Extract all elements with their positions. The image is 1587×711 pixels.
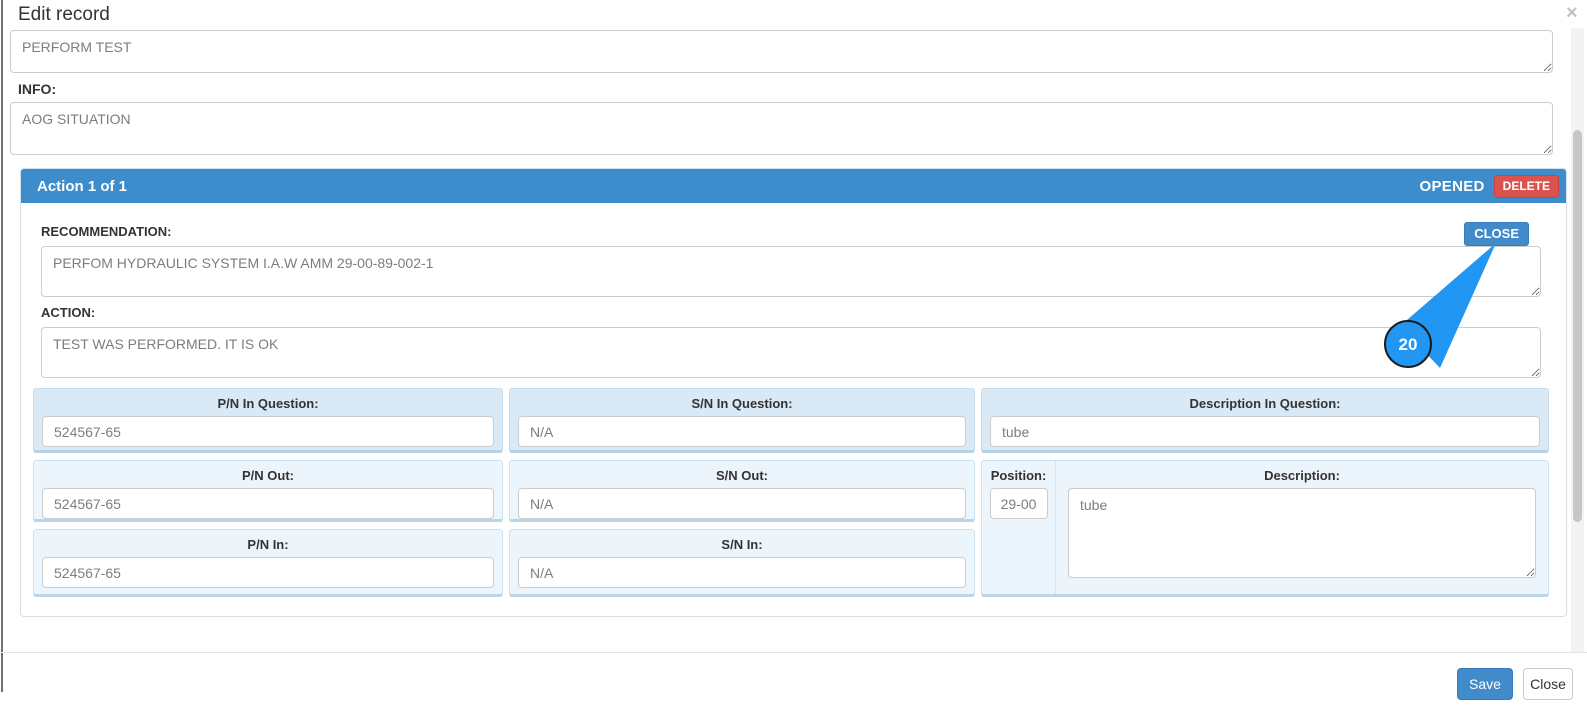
sn-in-question-label: S/N In Question: [691,396,793,411]
position-input[interactable] [989,488,1048,519]
close-button[interactable]: Close [1523,668,1573,700]
info-textarea[interactable] [10,102,1553,155]
sn-out-cell: S/N Out: [509,460,975,522]
position-column: Position: [982,461,1056,594]
description-in-question-cell: Description In Question: [981,388,1549,453]
footer-divider [0,652,1587,653]
sn-in-cell: S/N In: [509,529,975,597]
scrollbar-track[interactable] [1571,28,1584,653]
description-column: Description: [1056,461,1548,594]
pn-out-cell: P/N Out: [33,460,503,522]
sn-in-question-input[interactable] [518,416,966,447]
description-label: Description: [1264,468,1340,483]
delete-button[interactable]: DELETE [1493,174,1559,198]
action-panel-header: Action 1 of 1 OPENED DELETE [21,169,1566,203]
modal-left-edge [1,0,3,692]
sn-in-label: S/N In: [721,537,763,552]
pn-out-label: P/N Out: [242,468,294,483]
close-icon[interactable]: × [1566,2,1578,24]
scrollbar-thumb[interactable] [1573,130,1582,522]
pn-in-question-input[interactable] [42,416,494,447]
action-panel: Action 1 of 1 OPENED DELETE CLOSE RECOMM… [20,168,1567,617]
page-title: Edit record [18,4,110,25]
save-button[interactable]: Save [1457,668,1513,700]
perform-test-textarea[interactable] [10,30,1553,73]
pn-out-input[interactable] [42,488,494,519]
action-textarea[interactable] [41,327,1541,378]
action-label: ACTION: [41,305,96,320]
position-description-cell: Position: Description: [981,460,1549,597]
pn-in-cell: P/N In: [33,529,503,597]
info-label: INFO: [18,81,57,97]
action-panel-title: Action 1 of 1 [37,177,128,195]
sn-in-question-cell: S/N In Question: [509,388,975,453]
sn-out-label: S/N Out: [716,468,768,483]
description-textarea[interactable] [1068,488,1536,578]
pn-in-question-cell: P/N In Question: [33,388,503,453]
pn-in-input[interactable] [42,557,494,588]
pn-in-label: P/N In: [247,537,289,552]
description-in-question-input[interactable] [990,416,1540,447]
description-in-question-label: Description In Question: [1189,396,1341,411]
part-number-table: P/N In Question: S/N In Question: Descri… [33,388,1549,597]
recommendation-textarea[interactable] [41,246,1541,297]
sn-in-input[interactable] [518,557,966,588]
sn-out-input[interactable] [518,488,966,519]
position-label: Position: [990,468,1047,483]
close-action-button[interactable]: CLOSE [1464,222,1529,246]
status-badge: OPENED [1419,177,1485,195]
pn-in-question-label: P/N In Question: [217,396,319,411]
action-panel-body: CLOSE RECOMMENDATION: ACTION: P/N In Que… [21,203,1566,597]
recommendation-label: RECOMMENDATION: [41,224,172,239]
